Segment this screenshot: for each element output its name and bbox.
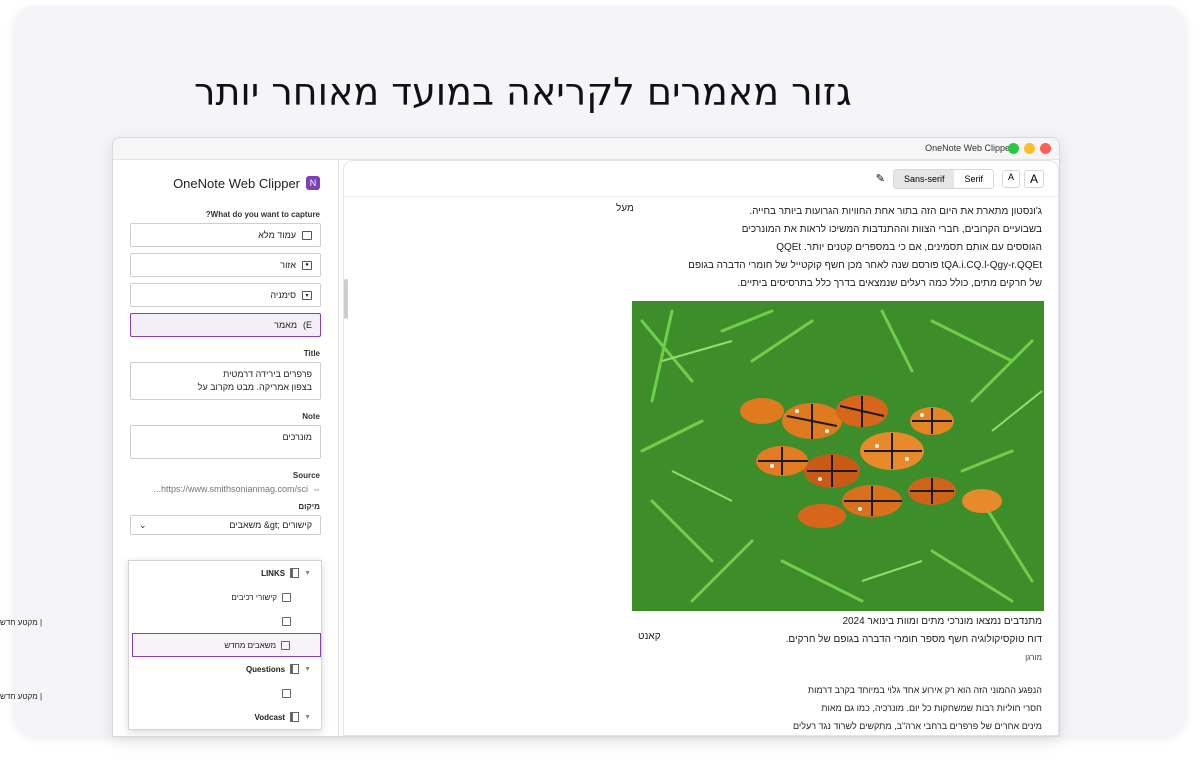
source-value: ...https://www.smithsonianmag.com/sci	[153, 484, 308, 494]
photo-credit: מורגן	[1025, 653, 1042, 662]
article-line: הנפגע ההמוני הזה הוא רק אירוע אחד גלוי ב…	[807, 685, 1042, 695]
app-name: OneNote Web Clipper	[173, 175, 300, 191]
section-icon	[290, 568, 300, 578]
article-tail: הנפגע ההמוני הזה הוא רק אירוע אחד גלוי ב…	[602, 681, 1042, 735]
maximize-icon[interactable]	[1024, 143, 1035, 154]
new-section-label[interactable]: מקטע חדש |	[0, 692, 42, 701]
side-word: קאנט	[638, 631, 661, 642]
page-item[interactable]: קישורי רכיבים	[129, 585, 321, 609]
article-body: ג'ונסטון מתארת את היום הזה בתור אחת החוו…	[602, 203, 1042, 293]
location-value: משאבים &gt; קישורים	[229, 520, 312, 530]
note-field[interactable]: מונרכים	[130, 425, 321, 459]
bookmark-icon: ▾	[302, 290, 312, 300]
window-controls	[1008, 143, 1051, 154]
scrollbar[interactable]	[344, 279, 348, 319]
section-name: LINKS	[261, 568, 286, 578]
article-line: ג'ונסטון מתארת את היום הזה בתור אחת החוו…	[749, 206, 1042, 217]
section-name: Questions	[245, 664, 286, 674]
article-line: מינים אחרים של פרפרים ברחבי ארה"ב, מתקשי…	[792, 721, 1042, 731]
page-item-selected[interactable]: משאבים מחדש	[132, 633, 321, 657]
option-label: עמוד מלא	[258, 230, 296, 240]
highlighter-icon[interactable]: ✎	[876, 172, 885, 185]
section-icon	[290, 664, 300, 674]
option-region[interactable]: אזור ●	[130, 253, 321, 277]
option-bookmark[interactable]: סימניה ▾	[130, 283, 321, 307]
option-label: סימניה	[270, 290, 296, 300]
sans-serif-button[interactable]: Sans-serif	[893, 169, 955, 188]
reader-toolbar: ✎ Sans-serif Serif A A	[344, 161, 1058, 197]
location-popup: LINKS ▼ קישורי רכיבים משאבים מחדש Questi…	[128, 560, 322, 730]
window-title: OneNote Web Clipper	[925, 143, 1013, 153]
chevron-down-icon: ⌄	[139, 519, 147, 530]
butterflies-photo	[632, 301, 1044, 611]
caption-line: מתנדבים נמצאו מונרכי מתים ומוות בינואר 2…	[842, 616, 1042, 627]
note-label: Note	[302, 412, 320, 421]
title-line-2: בצפון אמריקה. מבט מקרוב על	[197, 382, 312, 392]
article-line: tQA.i.CQ.l-Qgy-r.QQEt פורסם שנה לאחר מכן…	[688, 260, 1042, 271]
onenote-logo-icon: N	[306, 176, 320, 190]
article-line: בשבועיים הקרובים, חברי הצוות וההתנדבות ה…	[741, 224, 1042, 235]
article-line: הגוססים עם אותם תסמינים, אם כי במספרים ק…	[776, 242, 1042, 253]
expand-icon: ▼	[304, 713, 311, 721]
page-icon	[282, 592, 291, 602]
option-label: מאמר	[274, 320, 297, 330]
title-line-1: פרפרים בירידה דרמטית	[223, 369, 312, 379]
font-smaller-button[interactable]: A	[1001, 169, 1020, 188]
page-icon	[282, 688, 291, 698]
side-word: מעל	[616, 203, 634, 214]
full-page-icon	[302, 230, 312, 240]
link-icon: ⇔	[312, 484, 321, 494]
section-icon	[290, 712, 300, 722]
source-link[interactable]: ...https://www.smithsonianmag.com/sci ⇔	[130, 484, 321, 494]
font-toggle: Sans-serif Serif	[892, 168, 994, 189]
font-larger-button[interactable]: A	[1023, 169, 1044, 188]
article-image	[632, 301, 1044, 611]
page-icon	[281, 640, 290, 650]
minimize-icon[interactable]	[1008, 143, 1019, 154]
option-article[interactable]: מאמר (E	[130, 313, 321, 337]
note-value: מונרכים	[282, 432, 312, 442]
page-name: משאבים מחדש	[224, 640, 276, 650]
expand-icon: ▼	[304, 665, 311, 673]
serif-button[interactable]: Serif	[954, 170, 993, 188]
section-links[interactable]: LINKS ▼	[129, 561, 321, 585]
location-dropdown[interactable]: ⌄ משאבים &gt; קישורים	[130, 515, 321, 535]
location-label: מיקום	[298, 502, 320, 511]
onenote-clipper-window: OneNote Web Clipper OneNote Web Clipper …	[112, 137, 1060, 737]
page-headline: גזור מאמרים לקריאה במועד מאוחר יותר	[194, 70, 852, 114]
window-titlebar: OneNote Web Clipper	[113, 138, 1059, 160]
new-section-label[interactable]: מקטע חדש |	[0, 618, 42, 627]
page-item-empty[interactable]	[129, 681, 321, 705]
page-icon	[282, 616, 291, 626]
sidebar-header: OneNote Web Clipper N	[113, 160, 338, 206]
page-item-empty[interactable]	[129, 609, 321, 633]
option-label: אזור	[280, 260, 296, 270]
captions: מתנדבים נמצאו מונרכי מתים ומוות בינואר 2…	[602, 613, 1042, 667]
title-label: Title	[303, 349, 320, 358]
article-line: של חרקים מתים, כולל כמה רעלים שנמצאים בד…	[737, 278, 1042, 289]
option-full-page[interactable]: עמוד מלא	[130, 223, 321, 247]
font-size-controls: A A	[1001, 169, 1044, 188]
caption-line: דוח טוקסיקולוגיה חשף מספר חומרי הדברה בג…	[785, 634, 1042, 645]
article-line: חסרי חוליות רבות שמשחקות כל יום. מונרכיה…	[821, 703, 1042, 713]
page-name: קישורי רכיבים	[231, 592, 277, 602]
section-vodcast[interactable]: Vodcast ▼	[129, 705, 321, 729]
expand-icon: ▼	[304, 569, 311, 577]
article-icon: (E	[303, 320, 312, 330]
source-label: Source	[292, 471, 320, 480]
title-field[interactable]: פרפרים בירידה דרמטית בצפון אמריקה. מבט מ…	[130, 362, 321, 400]
article-view: ✎ Sans-serif Serif A A ג'ונסטון מתארת את…	[343, 160, 1059, 736]
section-questions[interactable]: Questions ▼	[129, 657, 321, 681]
section-name: Vodcast	[254, 712, 286, 722]
close-icon[interactable]	[1040, 143, 1051, 154]
region-icon: ●	[302, 260, 312, 270]
capture-label: ?What do you want to capture	[205, 210, 320, 219]
